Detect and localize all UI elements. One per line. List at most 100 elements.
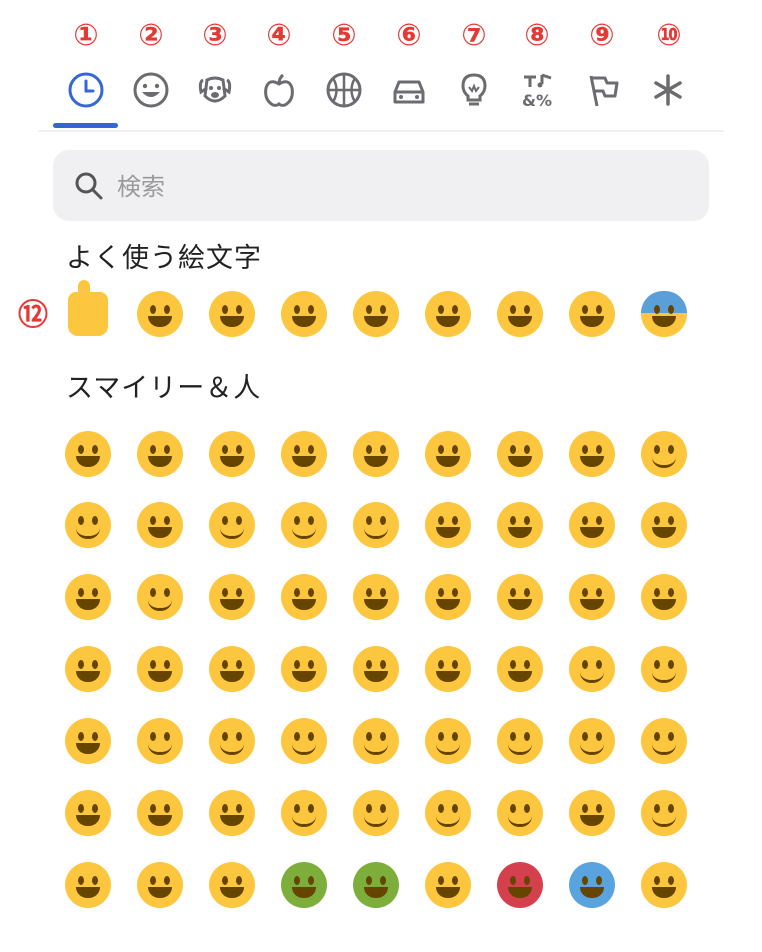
emoji-item[interactable]: [204, 569, 260, 625]
emoji-item[interactable]: [348, 497, 404, 553]
symbols-icon: &%: [522, 73, 552, 110]
tab-travel[interactable]: [381, 62, 437, 118]
emoji-item[interactable]: [636, 569, 692, 625]
emoji-item[interactable]: [636, 426, 692, 482]
emoji-item[interactable]: [492, 286, 548, 342]
tab-smileys[interactable]: [123, 62, 179, 118]
emoji-item[interactable]: [60, 857, 116, 913]
emoji-item[interactable]: [276, 426, 332, 482]
emoji-item[interactable]: [492, 713, 548, 769]
emoji-item[interactable]: [420, 857, 476, 913]
emoji-item[interactable]: [276, 641, 332, 697]
emoji-item[interactable]: [204, 426, 260, 482]
emoji-item[interactable]: [204, 857, 260, 913]
emoji-item[interactable]: [348, 785, 404, 841]
emoji-item[interactable]: [636, 641, 692, 697]
emoji-item[interactable]: [420, 713, 476, 769]
emoji-item[interactable]: [636, 497, 692, 553]
emoji-item[interactable]: [276, 857, 332, 913]
emoji-item[interactable]: [492, 857, 548, 913]
emoji-item[interactable]: [636, 286, 692, 342]
asterisk-icon: [654, 74, 682, 106]
emoji-item[interactable]: [420, 641, 476, 697]
emoji-item[interactable]: [348, 713, 404, 769]
section-title-smileys: スマイリー＆人: [66, 373, 262, 404]
dog-icon: [198, 76, 232, 103]
emoji-item[interactable]: [60, 713, 116, 769]
marker-4: ④: [266, 18, 292, 53]
emoji-item[interactable]: [132, 785, 188, 841]
emoji-item[interactable]: [348, 569, 404, 625]
emoji-item[interactable]: [564, 785, 620, 841]
emoji-item[interactable]: [348, 286, 404, 342]
tab-food[interactable]: [251, 62, 307, 118]
search-input[interactable]: [115, 164, 679, 210]
emoji-item[interactable]: [276, 569, 332, 625]
emoji-item[interactable]: [276, 286, 332, 342]
emoji-item[interactable]: [564, 569, 620, 625]
emoji-item[interactable]: [636, 713, 692, 769]
emoji-item[interactable]: [564, 857, 620, 913]
emoji-item[interactable]: [132, 713, 188, 769]
emoji-item[interactable]: [348, 857, 404, 913]
emoji-item[interactable]: [420, 497, 476, 553]
tab-animals[interactable]: [187, 62, 243, 118]
tab-recent[interactable]: [58, 62, 114, 118]
emoji-item[interactable]: [420, 286, 476, 342]
emoji-item[interactable]: [204, 497, 260, 553]
emoji-item[interactable]: [348, 641, 404, 697]
emoji-item[interactable]: [564, 286, 620, 342]
emoji-item[interactable]: [60, 280, 116, 342]
emoji-item[interactable]: [60, 426, 116, 482]
tab-other[interactable]: [640, 62, 696, 118]
emoji-item[interactable]: [132, 426, 188, 482]
tab-symbols[interactable]: &%: [510, 62, 566, 118]
emoji-item[interactable]: [420, 426, 476, 482]
active-tab-indicator: [53, 123, 118, 128]
marker-5: ⑤: [331, 18, 357, 53]
marker-10: ⑩: [656, 18, 682, 53]
emoji-item[interactable]: [276, 497, 332, 553]
emoji-item[interactable]: [60, 641, 116, 697]
emoji-item[interactable]: [60, 569, 116, 625]
emoji-item[interactable]: [60, 785, 116, 841]
tab-activity[interactable]: [316, 62, 372, 118]
marker-12: ⑫: [18, 298, 48, 333]
flag-icon: [589, 75, 619, 107]
emoji-item[interactable]: [564, 426, 620, 482]
emoji-item[interactable]: [204, 641, 260, 697]
search-bar[interactable]: [53, 150, 709, 221]
emoji-item[interactable]: [132, 857, 188, 913]
emoji-item[interactable]: [132, 497, 188, 553]
emoji-item[interactable]: [276, 713, 332, 769]
emoji-item[interactable]: [60, 497, 116, 553]
emoji-item[interactable]: [204, 286, 260, 342]
category-tab-bar: &%: [38, 56, 724, 132]
emoji-item[interactable]: [564, 713, 620, 769]
marker-7: ⑦: [461, 18, 487, 53]
emoji-item[interactable]: [276, 785, 332, 841]
emoji-item[interactable]: [636, 857, 692, 913]
emoji-item[interactable]: [636, 785, 692, 841]
emoji-item[interactable]: [420, 569, 476, 625]
search-icon: [75, 172, 103, 200]
emoji-item[interactable]: [132, 641, 188, 697]
tab-objects[interactable]: [446, 62, 502, 118]
emoji-item[interactable]: [492, 641, 548, 697]
emoji-item[interactable]: [204, 713, 260, 769]
emoji-item[interactable]: [492, 785, 548, 841]
emoji-item[interactable]: [132, 569, 188, 625]
svg-text:&%: &%: [522, 91, 552, 110]
emoji-item[interactable]: [564, 641, 620, 697]
emoji-item[interactable]: [564, 497, 620, 553]
emoji-item[interactable]: [420, 785, 476, 841]
emoji-item[interactable]: [132, 286, 188, 342]
marker-1: ①: [73, 18, 99, 53]
emoji-item[interactable]: [492, 426, 548, 482]
emoji-item[interactable]: [492, 497, 548, 553]
emoji-item[interactable]: [348, 426, 404, 482]
emoji-item[interactable]: [204, 785, 260, 841]
emoji-item[interactable]: [492, 569, 548, 625]
apple-icon: [264, 73, 294, 107]
tab-flags[interactable]: [575, 62, 631, 118]
